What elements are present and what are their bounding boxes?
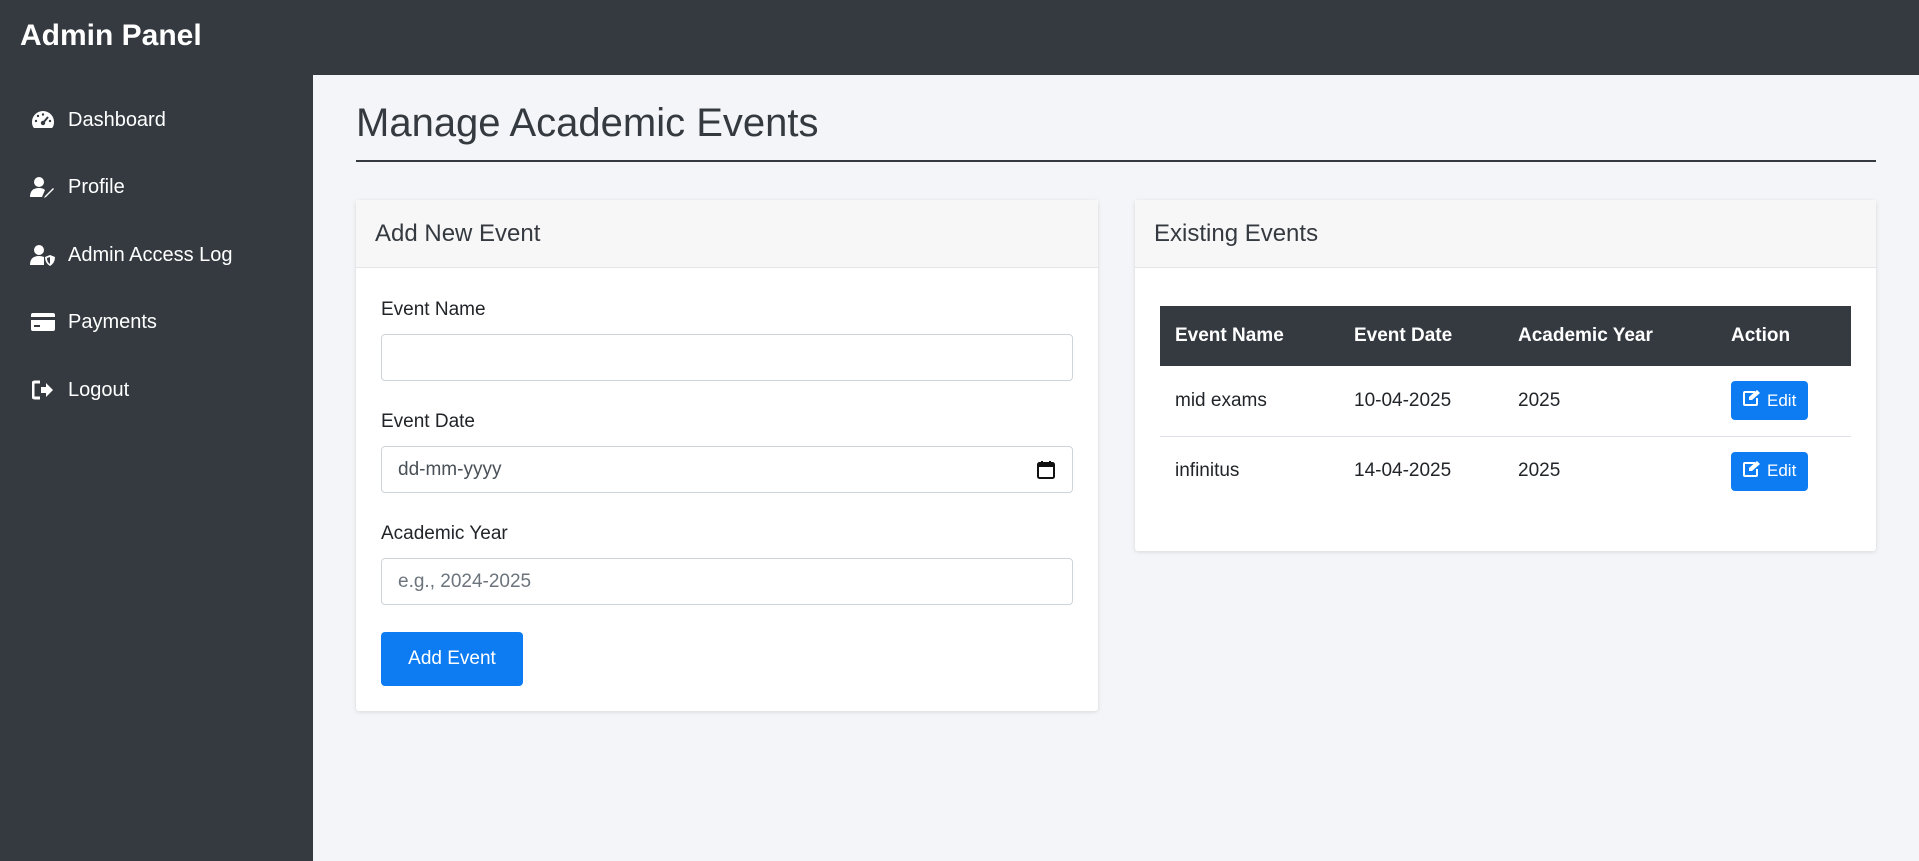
existing-events-card: Existing Events Event Name Event Date Ac… bbox=[1135, 200, 1876, 551]
column-header-event-name: Event Name bbox=[1160, 306, 1339, 366]
academic-year-cell: 2025 bbox=[1518, 460, 1561, 482]
sidebar-item-dashboard[interactable]: Dashboard bbox=[0, 94, 313, 146]
existing-events-card-header: Existing Events bbox=[1135, 200, 1876, 268]
title-divider bbox=[356, 160, 1876, 162]
event-date-input[interactable]: dd-mm-yyyy bbox=[381, 446, 1073, 493]
academic-year-label: Academic Year bbox=[381, 523, 508, 544]
column-header-event-date: Event Date bbox=[1339, 306, 1503, 366]
add-event-button[interactable]: Add Event bbox=[381, 632, 523, 686]
calendar-icon[interactable] bbox=[1036, 460, 1056, 480]
edit-button-label: Edit bbox=[1767, 390, 1797, 410]
sidebar-item-admin-access-log[interactable]: Admin Access Log bbox=[0, 229, 313, 281]
sidebar-item-logout[interactable]: Logout bbox=[0, 364, 313, 416]
add-event-card-header: Add New Event bbox=[356, 200, 1098, 268]
sidebar-item-label: Payments bbox=[68, 310, 157, 333]
edit-button[interactable]: Edit bbox=[1731, 381, 1809, 421]
logout-icon bbox=[30, 379, 56, 401]
page-title: Manage Academic Events bbox=[356, 101, 819, 145]
sidebar-item-label: Admin Access Log bbox=[68, 243, 233, 266]
action-cell: Edit bbox=[1716, 436, 1851, 506]
table-header-row: Event Name Event Date Academic Year Acti… bbox=[1160, 306, 1851, 366]
brand-title: Admin Panel bbox=[20, 19, 202, 52]
user-edit-icon bbox=[30, 176, 56, 198]
credit-card-icon bbox=[30, 311, 56, 333]
event-name-cell: mid exams bbox=[1160, 366, 1339, 437]
user-shield-icon bbox=[30, 244, 56, 266]
sidebar-item-label: Logout bbox=[68, 378, 130, 401]
event-name-input[interactable] bbox=[381, 334, 1073, 381]
event-date-label: Event Date bbox=[381, 411, 475, 432]
sidebar-item-label: Profile bbox=[68, 175, 125, 198]
event-date-cell: 14-04-2025 bbox=[1354, 460, 1452, 482]
academic-year-input[interactable] bbox=[381, 558, 1073, 605]
event-date-placeholder: dd-mm-yyyy bbox=[398, 458, 502, 480]
sidebar-item-label: Dashboard bbox=[68, 108, 166, 131]
gauge-icon bbox=[30, 109, 56, 131]
sidebar: Dashboard Profile Admin Access Log Payme… bbox=[0, 75, 313, 861]
edit-icon bbox=[1743, 390, 1761, 411]
table-row: infinitus 14-04-2025 2025 Edit bbox=[1160, 436, 1851, 506]
event-name-label: Event Name bbox=[381, 299, 486, 320]
column-header-academic-year: Academic Year bbox=[1503, 306, 1716, 366]
academic-year-cell: 2025 bbox=[1503, 366, 1716, 437]
sidebar-item-payments[interactable]: Payments bbox=[0, 296, 313, 348]
column-header-action: Action bbox=[1716, 306, 1851, 366]
action-cell: Edit bbox=[1716, 366, 1851, 437]
main-content: Manage Academic Events Add New Event Eve… bbox=[313, 75, 1919, 861]
event-date-cell: 10-04-2025 bbox=[1339, 366, 1503, 437]
edit-icon bbox=[1743, 460, 1761, 482]
sidebar-item-profile[interactable]: Profile bbox=[0, 161, 313, 213]
edit-button[interactable]: Edit bbox=[1731, 451, 1809, 491]
table-row: mid exams 10-04-2025 2025 Edit bbox=[1160, 366, 1851, 437]
add-event-card: Add New Event Event Name Event Date dd-m… bbox=[356, 200, 1098, 711]
edit-button-label: Edit bbox=[1767, 461, 1797, 481]
events-table: Event Name Event Date Academic Year Acti… bbox=[1160, 306, 1851, 506]
event-name-cell: infinitus bbox=[1175, 460, 1240, 482]
top-bar: Admin Panel bbox=[0, 0, 1919, 75]
